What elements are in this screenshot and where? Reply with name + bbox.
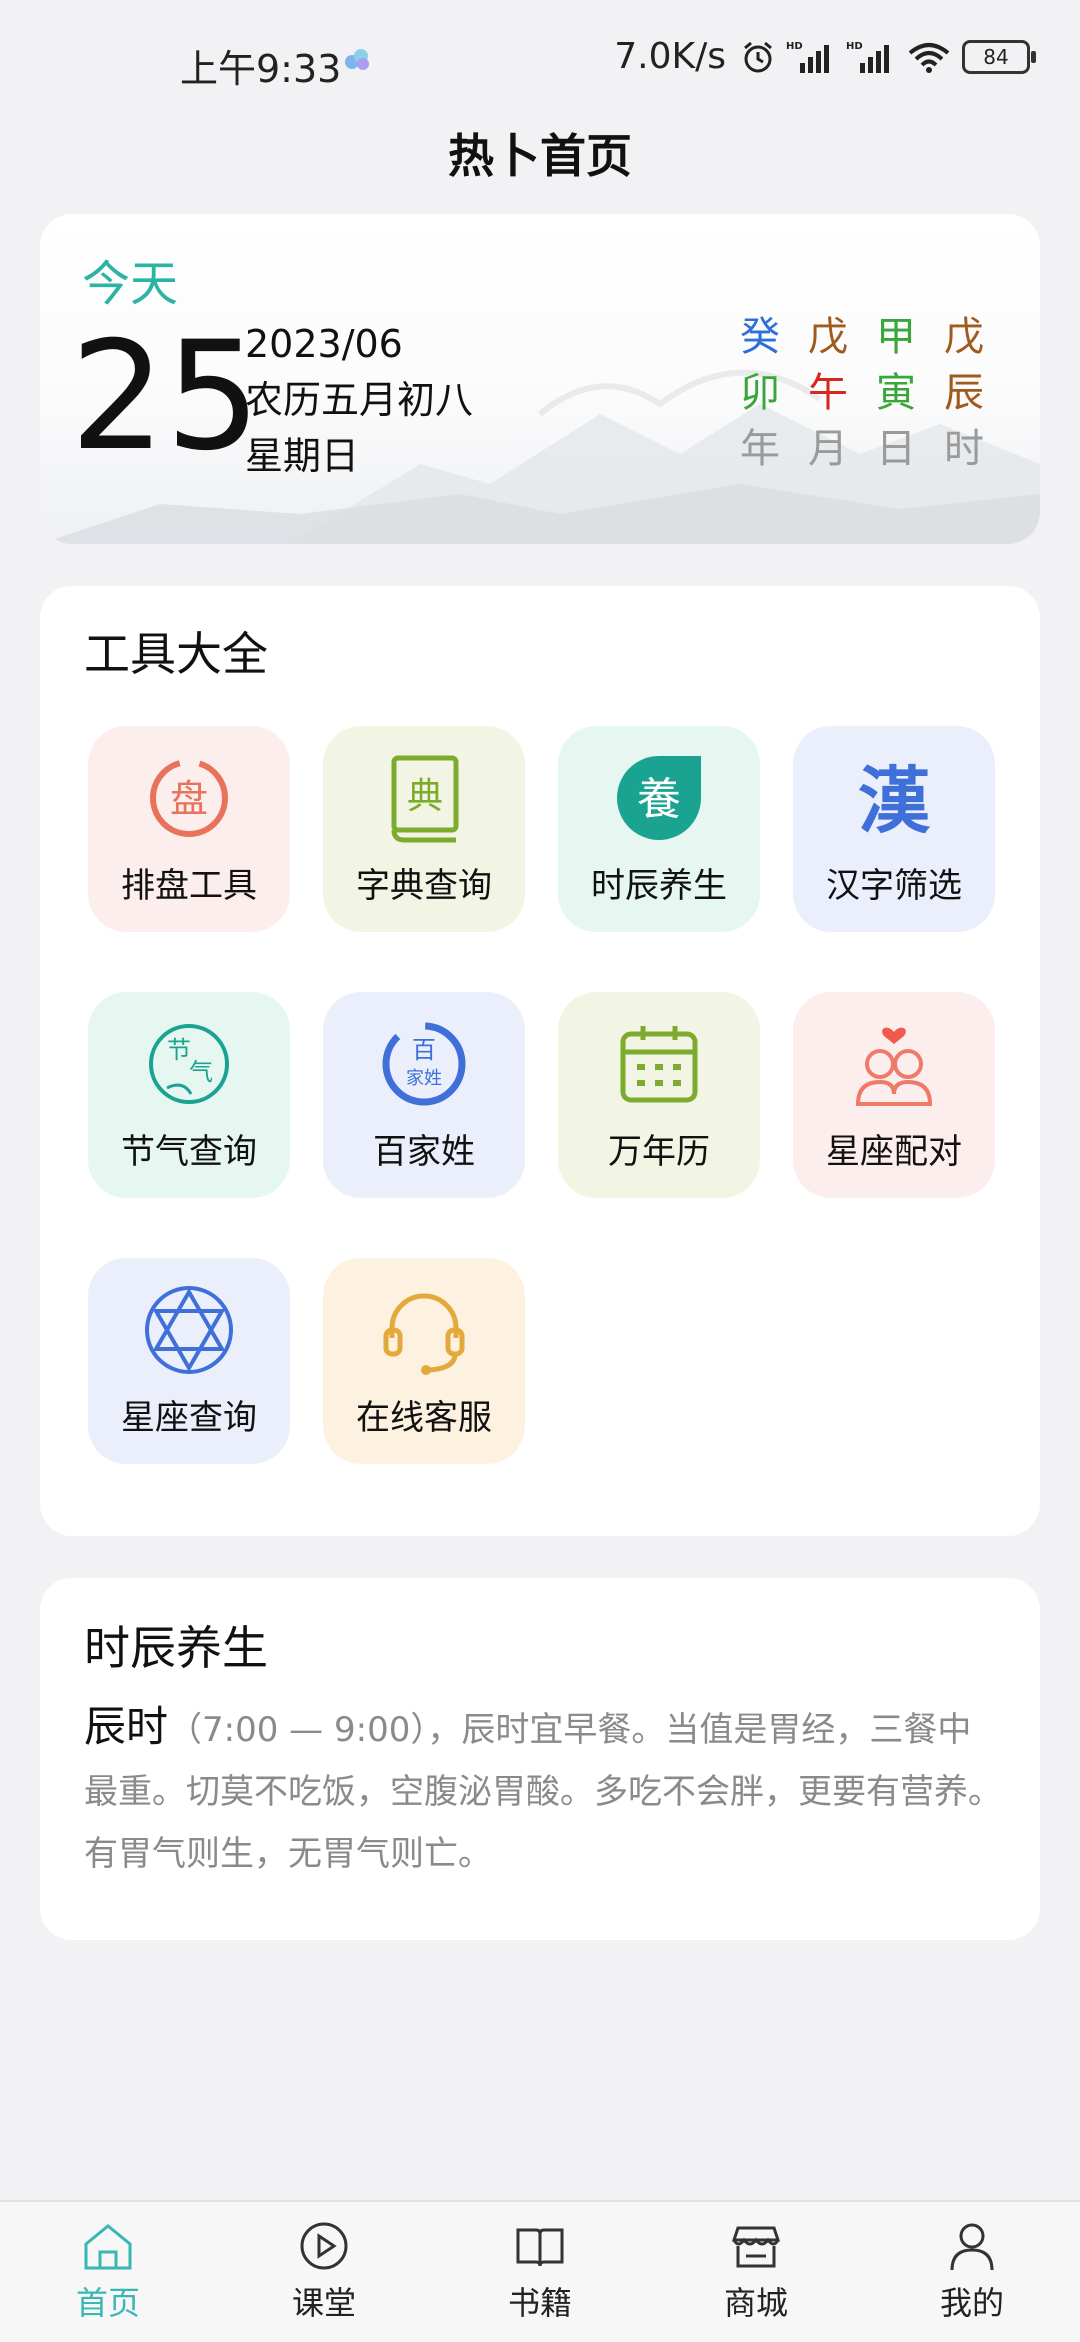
tool-zodiac-match[interactable]: 星座配对 <box>793 992 995 1198</box>
tool-surnames[interactable]: 百 家姓 百家姓 <box>323 992 525 1198</box>
couple-match-icon <box>848 1018 940 1110</box>
status-bar: 上午9:33 7.0K/s HD HD 84 <box>0 0 1080 120</box>
solar-term-icon: 节 气 <box>143 1018 235 1110</box>
today-label: 今天 <box>82 256 179 312</box>
day-label: 日 <box>876 426 916 472</box>
svg-text:HD: HD <box>846 41 863 52</box>
ganzhi-grid: 癸 戊 甲 戊 卯 午 寅 辰 年 月 日 时 <box>726 312 998 474</box>
tool-health-hours[interactable]: 養 时辰养生 <box>558 726 760 932</box>
day-number: 25 <box>70 310 261 484</box>
health-title: 时辰养生 <box>84 1621 268 1675</box>
tool-dictionary[interactable]: 典 字典查询 <box>323 726 525 932</box>
svg-text:典: 典 <box>407 776 443 817</box>
tool-han-filter[interactable]: 漢 汉字筛选 <box>793 726 995 932</box>
han-character-icon: 漢 <box>848 752 940 844</box>
tab-store[interactable]: 商城 <box>648 2202 864 2342</box>
profile-icon <box>950 2223 994 2271</box>
surname-icon: 百 家姓 <box>378 1018 470 1110</box>
bottom-tab-bar: 首页 课堂 书籍 商城 我的 <box>0 2200 1080 2342</box>
svg-text:节: 节 <box>167 1036 191 1064</box>
svg-text:HD: HD <box>786 41 803 52</box>
day-branch: 寅 <box>876 370 916 416</box>
tool-solar-terms[interactable]: 节 气 节气查询 <box>88 992 290 1198</box>
year-month: 2023/06 <box>245 322 403 366</box>
hour-label: 时 <box>944 426 984 472</box>
svg-text:盘: 盘 <box>170 777 208 821</box>
yang-health-icon: 養 <box>613 752 705 844</box>
cloud-sync-icon <box>345 49 369 70</box>
page-title: 热卜首页 <box>448 129 632 183</box>
tool-label: 字典查询 <box>356 866 492 906</box>
status-indicators: 7.0K/s HD HD 84 <box>614 36 1036 77</box>
tools-title: 工具大全 <box>84 627 268 681</box>
hour-branch: 辰 <box>944 370 984 416</box>
home-icon <box>84 2224 132 2270</box>
hexagram-star-icon <box>143 1284 235 1376</box>
signal-hd-icon-2: HD <box>846 41 889 73</box>
tool-zodiac-query[interactable]: 星座查询 <box>88 1258 290 1464</box>
book-icon <box>516 2228 564 2267</box>
network-speed: 7.0K/s <box>614 36 726 77</box>
tool-paipan[interactable]: 盘 排盘工具 <box>88 726 290 932</box>
headset-icon <box>378 1284 470 1376</box>
svg-text:漢: 漢 <box>858 758 931 843</box>
svg-text:家姓: 家姓 <box>406 1068 442 1089</box>
svg-text:百: 百 <box>412 1036 436 1064</box>
dictionary-book-icon: 典 <box>378 752 470 844</box>
tab-profile[interactable]: 我的 <box>864 2202 1080 2342</box>
store-icon <box>731 2226 781 2268</box>
today-card[interactable]: 今天 25 2023/06 农历五月初八 星期日 癸 戊 甲 戊 卯 午 寅 辰… <box>40 214 1040 544</box>
tool-label: 百家姓 <box>373 1132 475 1172</box>
svg-text:气: 气 <box>189 1058 213 1086</box>
month-branch: 午 <box>808 370 848 416</box>
health-description: 辰时（7:00 — 9:00），辰时宜早餐。当值是胃经，三餐中最重。切莫不吃饭，… <box>84 1696 1002 1885</box>
tab-label: 我的 <box>939 2284 1004 2322</box>
tab-label: 书籍 <box>507 2284 572 2322</box>
status-time: 上午9:33 <box>180 47 342 91</box>
tab-home[interactable]: 首页 <box>0 2202 216 2342</box>
tool-label: 节气查询 <box>121 1132 257 1172</box>
calendar-icon <box>613 1018 705 1110</box>
tab-books[interactable]: 书籍 <box>432 2202 648 2342</box>
tools-card: 工具大全 盘 排盘工具 典 字典查询 養 时辰养生 漢 汉字筛选 节 气 节气查… <box>40 586 1040 1536</box>
year-stem: 癸 <box>740 314 780 360</box>
play-icon <box>300 2222 348 2270</box>
tool-customer-service[interactable]: 在线客服 <box>323 1258 525 1464</box>
battery-indicator: 84 <box>962 39 1036 74</box>
tool-label: 万年历 <box>608 1132 710 1172</box>
hour-name: 辰时 <box>84 1702 169 1751</box>
weekday: 星期日 <box>245 434 360 478</box>
date-details: 2023/06 农历五月初八 星期日 <box>245 316 473 484</box>
month-stem: 戊 <box>808 314 848 360</box>
lunar-date: 农历五月初八 <box>245 378 474 422</box>
tab-label: 商城 <box>723 2284 788 2322</box>
day-stem: 甲 <box>876 314 916 360</box>
tool-label: 时辰养生 <box>591 866 727 906</box>
pan-seal-icon: 盘 <box>143 752 235 844</box>
year-label: 年 <box>740 426 780 472</box>
health-card: 时辰养生 辰时（7:00 — 9:00），辰时宜早餐。当值是胃经，三餐中最重。切… <box>40 1578 1040 1940</box>
tool-label: 星座查询 <box>121 1398 257 1438</box>
signal-hd-icon: HD <box>786 41 829 73</box>
tool-label: 在线客服 <box>356 1398 492 1438</box>
tab-label: 首页 <box>75 2284 140 2322</box>
tool-label: 汉字筛选 <box>826 866 962 906</box>
year-branch: 卯 <box>740 370 780 416</box>
month-label: 月 <box>808 426 848 472</box>
tab-label: 课堂 <box>291 2284 356 2322</box>
health-body: （7:00 — 9:00），辰时宜早餐。当值是胃经，三餐中最重。切莫不吃饭，空腹… <box>84 1710 1002 1874</box>
alarm-icon <box>744 41 772 72</box>
tab-classroom[interactable]: 课堂 <box>216 2202 432 2342</box>
tool-perpetual-calendar[interactable]: 万年历 <box>558 992 760 1198</box>
wifi-icon <box>908 42 950 73</box>
hour-stem: 戊 <box>944 314 984 360</box>
svg-text:養: 養 <box>637 774 681 825</box>
tool-label: 排盘工具 <box>121 866 257 906</box>
tool-label: 星座配对 <box>826 1132 962 1172</box>
